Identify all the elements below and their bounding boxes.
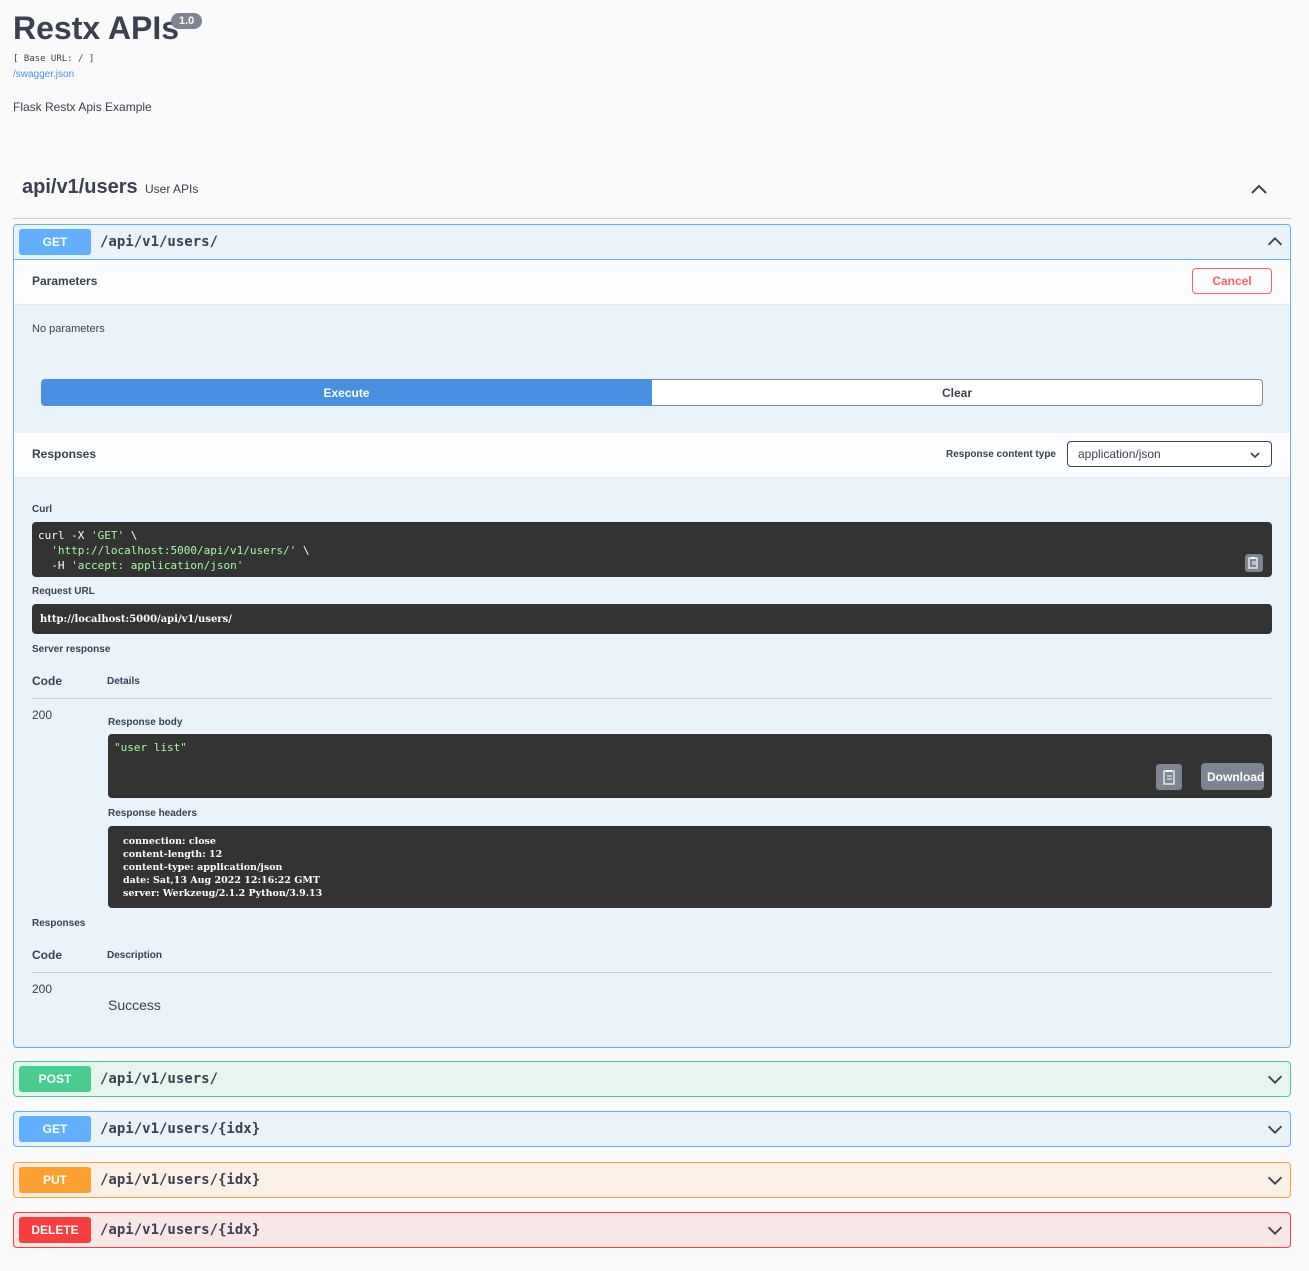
operation-summary[interactable]: GET /api/v1/users/{idx} bbox=[14, 1112, 1290, 1146]
request-url-box[interactable]: http://localhost:5000/api/v1/users/ bbox=[32, 604, 1272, 634]
responses-header: Responses Response content type applicat… bbox=[14, 433, 1290, 478]
api-description: Flask Restx Apis Example bbox=[13, 100, 152, 114]
operation-summary[interactable]: GET /api/v1/users/ bbox=[14, 225, 1290, 259]
curl-codebox[interactable]: curl -X 'GET' \ 'http://localhost:5000/a… bbox=[32, 522, 1272, 577]
chevron-down-icon[interactable] bbox=[1264, 1118, 1286, 1140]
operation-body: Parameters Cancel No parameters Execute … bbox=[14, 259, 1290, 1047]
details-column-header: Details bbox=[107, 676, 140, 687]
responses-body: Curl curl -X 'GET' \ 'http://localhost:5… bbox=[14, 478, 1290, 1048]
execute-button[interactable]: Execute bbox=[41, 379, 652, 406]
no-parameters-text: No parameters bbox=[32, 323, 105, 335]
operation-path: /api/v1/users/ bbox=[100, 1071, 219, 1087]
base-url: [ Base URL: / ] bbox=[13, 54, 95, 64]
curl-command: curl -X 'GET' \ 'http://localhost:5000/a… bbox=[38, 529, 310, 572]
response-headers-label: Response headers bbox=[108, 808, 197, 819]
server-response-label: Server response bbox=[32, 644, 111, 655]
response-header-line: content-type: application/json bbox=[123, 862, 283, 873]
parameters-header: Parameters Cancel bbox=[14, 260, 1290, 305]
request-url-label: Request URL bbox=[32, 586, 95, 597]
api-title: Restx APIs bbox=[13, 10, 179, 46]
clear-button[interactable]: Clear bbox=[652, 379, 1263, 406]
response-body-box[interactable]: "user list" Download bbox=[108, 734, 1272, 798]
code-column-header: Code bbox=[32, 674, 62, 688]
operation-summary[interactable]: PUT /api/v1/users/{idx} bbox=[14, 1163, 1290, 1197]
method-badge: GET bbox=[19, 229, 91, 255]
responses-heading: Responses bbox=[32, 447, 97, 461]
documented-response-code: 200 bbox=[32, 982, 53, 996]
response-header-line: date: Sat,13 Aug 2022 12:16:22 GMT bbox=[123, 875, 320, 886]
chevron-down-icon[interactable] bbox=[1264, 1068, 1286, 1090]
chevron-up-icon[interactable] bbox=[1247, 178, 1271, 202]
method-badge: DELETE bbox=[19, 1217, 91, 1243]
operation-get-user-by-idx[interactable]: GET /api/v1/users/{idx} bbox=[13, 1111, 1291, 1147]
method-badge: PUT bbox=[19, 1167, 91, 1193]
request-url-value: http://localhost:5000/api/v1/users/ bbox=[40, 614, 232, 625]
chevron-down-icon[interactable] bbox=[1264, 1169, 1286, 1191]
parameters-heading: Parameters bbox=[32, 274, 98, 288]
description-column-header: Description bbox=[107, 950, 163, 961]
response-status-code: 200 bbox=[32, 708, 53, 722]
tag-name[interactable]: api/v1/users bbox=[22, 176, 138, 199]
tag-header[interactable]: api/v1/users User APIs bbox=[13, 168, 1291, 219]
response-headers-value: connection: close content-length: 12 con… bbox=[123, 835, 1257, 900]
response-headers-box[interactable]: connection: close content-length: 12 con… bbox=[108, 826, 1272, 908]
method-badge: POST bbox=[19, 1066, 91, 1092]
documented-responses-label: Responses bbox=[32, 918, 86, 929]
chevron-up-icon[interactable] bbox=[1264, 231, 1286, 253]
chevron-down-icon bbox=[1250, 452, 1260, 459]
operation-delete-user-by-idx[interactable]: DELETE /api/v1/users/{idx} bbox=[13, 1212, 1291, 1248]
method-badge: GET bbox=[19, 1116, 91, 1142]
cancel-button[interactable]: Cancel bbox=[1192, 268, 1272, 294]
operation-path: /api/v1/users/{idx} bbox=[100, 1222, 261, 1238]
response-header-line: server: Werkzeug/2.1.2 Python/3.9.13 bbox=[123, 888, 323, 899]
responses-table-header: Code Description bbox=[32, 942, 1272, 973]
parameters-body: No parameters Execute Clear bbox=[14, 305, 1290, 433]
copy-icon[interactable] bbox=[1245, 554, 1263, 572]
response-body-label: Response body bbox=[108, 717, 183, 728]
tag-description: User APIs bbox=[145, 182, 199, 196]
operation-path: /api/v1/users/ bbox=[100, 234, 219, 250]
documented-response-description: Success bbox=[108, 997, 161, 1013]
execute-wrapper: Execute Clear bbox=[41, 379, 1263, 406]
response-content-type-label: Response content type bbox=[945, 449, 1056, 460]
copy-icon[interactable] bbox=[1156, 764, 1182, 790]
response-content-type-value: application/json bbox=[1078, 447, 1161, 461]
chevron-down-icon[interactable] bbox=[1264, 1219, 1286, 1241]
operation-post-users[interactable]: POST /api/v1/users/ bbox=[13, 1061, 1291, 1097]
response-header-line: connection: close bbox=[123, 836, 216, 847]
operation-summary[interactable]: DELETE /api/v1/users/{idx} bbox=[14, 1213, 1290, 1247]
operation-put-user-by-idx[interactable]: PUT /api/v1/users/{idx} bbox=[13, 1162, 1291, 1198]
response-header-line: content-length: 12 bbox=[123, 849, 223, 860]
operation-path: /api/v1/users/{idx} bbox=[100, 1172, 261, 1188]
response-body-value: "user list" bbox=[114, 741, 187, 754]
operation-get-users: GET /api/v1/users/ Parameters Cancel No … bbox=[13, 224, 1291, 1048]
version-badge: 1.0 bbox=[171, 13, 203, 29]
response-content-type-select[interactable]: application/json bbox=[1067, 441, 1272, 467]
download-button[interactable]: Download bbox=[1201, 763, 1264, 790]
code-column-header: Code bbox=[32, 948, 62, 962]
swagger-json-link[interactable]: /swagger.json bbox=[13, 69, 74, 80]
operation-summary[interactable]: POST /api/v1/users/ bbox=[14, 1062, 1290, 1096]
server-response-table-header: Code Details bbox=[32, 668, 1272, 699]
operation-path: /api/v1/users/{idx} bbox=[100, 1121, 261, 1137]
curl-label: Curl bbox=[32, 504, 52, 515]
